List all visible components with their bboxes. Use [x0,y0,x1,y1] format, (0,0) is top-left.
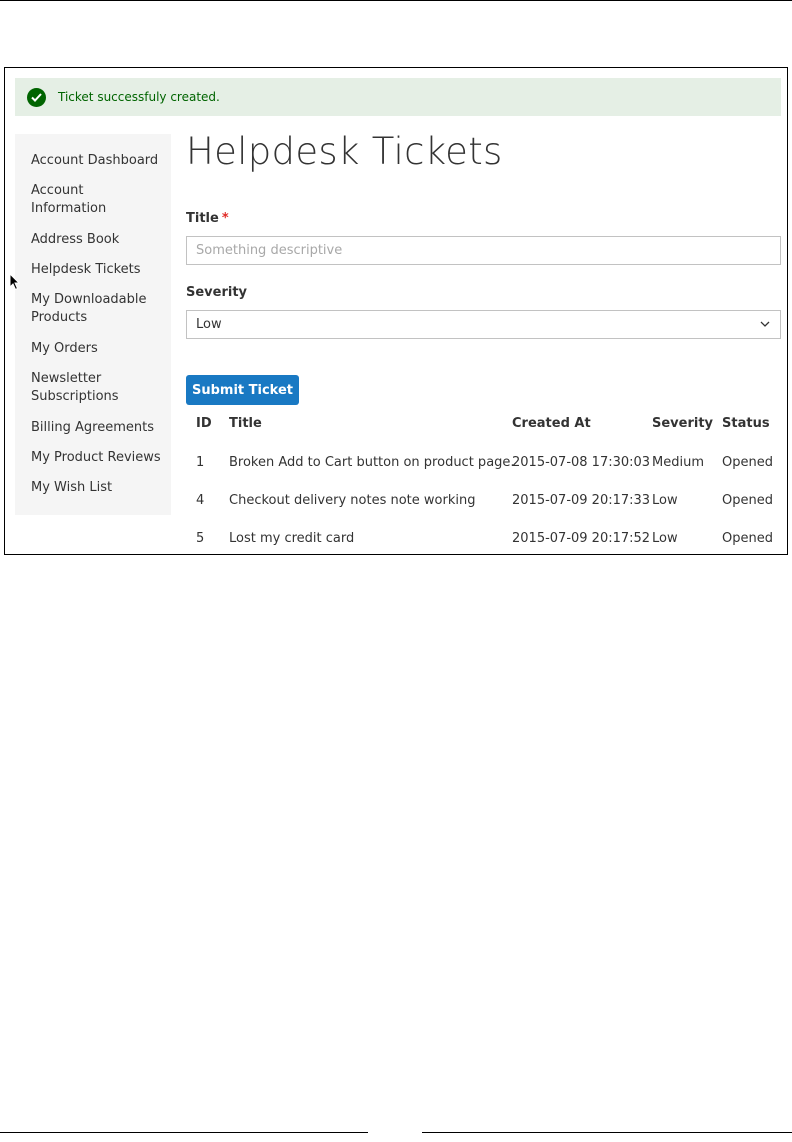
severity-select[interactable]: Low [186,310,781,339]
sidebar-item-my-wish-list[interactable]: My Wish List [31,479,167,497]
footer-rule-right [422,1132,792,1133]
required-mark: * [221,211,229,226]
account-sidebar: Account Dashboard Account Information Ad… [15,134,171,515]
cell-title: Broken Add to Cart button on product pag… [229,455,515,470]
sidebar-item-account-dashboard[interactable]: Account Dashboard [31,152,167,170]
column-header-created-at[interactable]: Created At [512,416,591,431]
cell-id: 4 [196,493,205,508]
cell-created-at: 2015-07-08 17:30:03 [512,455,651,470]
severity-selected-value: Low [196,317,222,332]
column-header-status[interactable]: Status [722,416,770,431]
cell-status: Opened [722,531,773,546]
title-field-label: Title * [186,211,229,226]
column-header-id[interactable]: ID [196,416,212,431]
sidebar-item-address-book[interactable]: Address Book [31,231,167,249]
title-input-placeholder: Something descriptive [196,243,343,258]
cell-title: Lost my credit card [229,531,355,546]
success-message-text: Ticket successfuly created. [58,90,220,104]
sidebar-item-newsletter-subscriptions[interactable]: Newsletter Subscriptions [31,370,131,406]
severity-field-label: Severity [186,285,248,300]
title-label-text: Title [186,211,219,226]
sidebar-item-my-downloadable-products[interactable]: My Downloadable Products [31,291,151,327]
title-input[interactable]: Something descriptive [186,236,781,265]
submit-ticket-button[interactable]: Submit Ticket [186,375,299,405]
cell-severity: Medium [652,455,704,470]
mouse-cursor-icon [9,273,21,291]
cell-created-at: 2015-07-09 20:17:52 [512,531,651,546]
sidebar-item-my-product-reviews[interactable]: My Product Reviews [31,449,167,467]
sidebar-item-helpdesk-tickets[interactable]: Helpdesk Tickets [31,261,167,279]
cell-id: 5 [196,531,205,546]
top-rule [0,0,792,1]
cell-severity: Low [652,493,678,508]
column-header-title[interactable]: Title [229,416,262,431]
sidebar-item-account-information[interactable]: Account Information [31,182,111,218]
page-title: Helpdesk Tickets [186,130,503,173]
cell-status: Opened [722,455,773,470]
footer-rule-left [0,1132,368,1133]
sidebar-item-billing-agreements[interactable]: Billing Agreements [31,419,167,437]
cell-created-at: 2015-07-09 20:17:33 [512,493,651,508]
chevron-down-icon [760,321,770,327]
sidebar-item-my-orders[interactable]: My Orders [31,340,167,358]
cell-severity: Low [652,531,678,546]
screenshot-frame: Ticket successfuly created. Account Dash… [4,67,788,555]
cell-title: Checkout delivery notes note working [229,493,476,508]
check-circle-icon [27,87,46,107]
cell-status: Opened [722,493,773,508]
success-message: Ticket successfuly created. [15,78,781,116]
cell-id: 1 [196,455,205,470]
column-header-severity[interactable]: Severity [652,416,713,431]
